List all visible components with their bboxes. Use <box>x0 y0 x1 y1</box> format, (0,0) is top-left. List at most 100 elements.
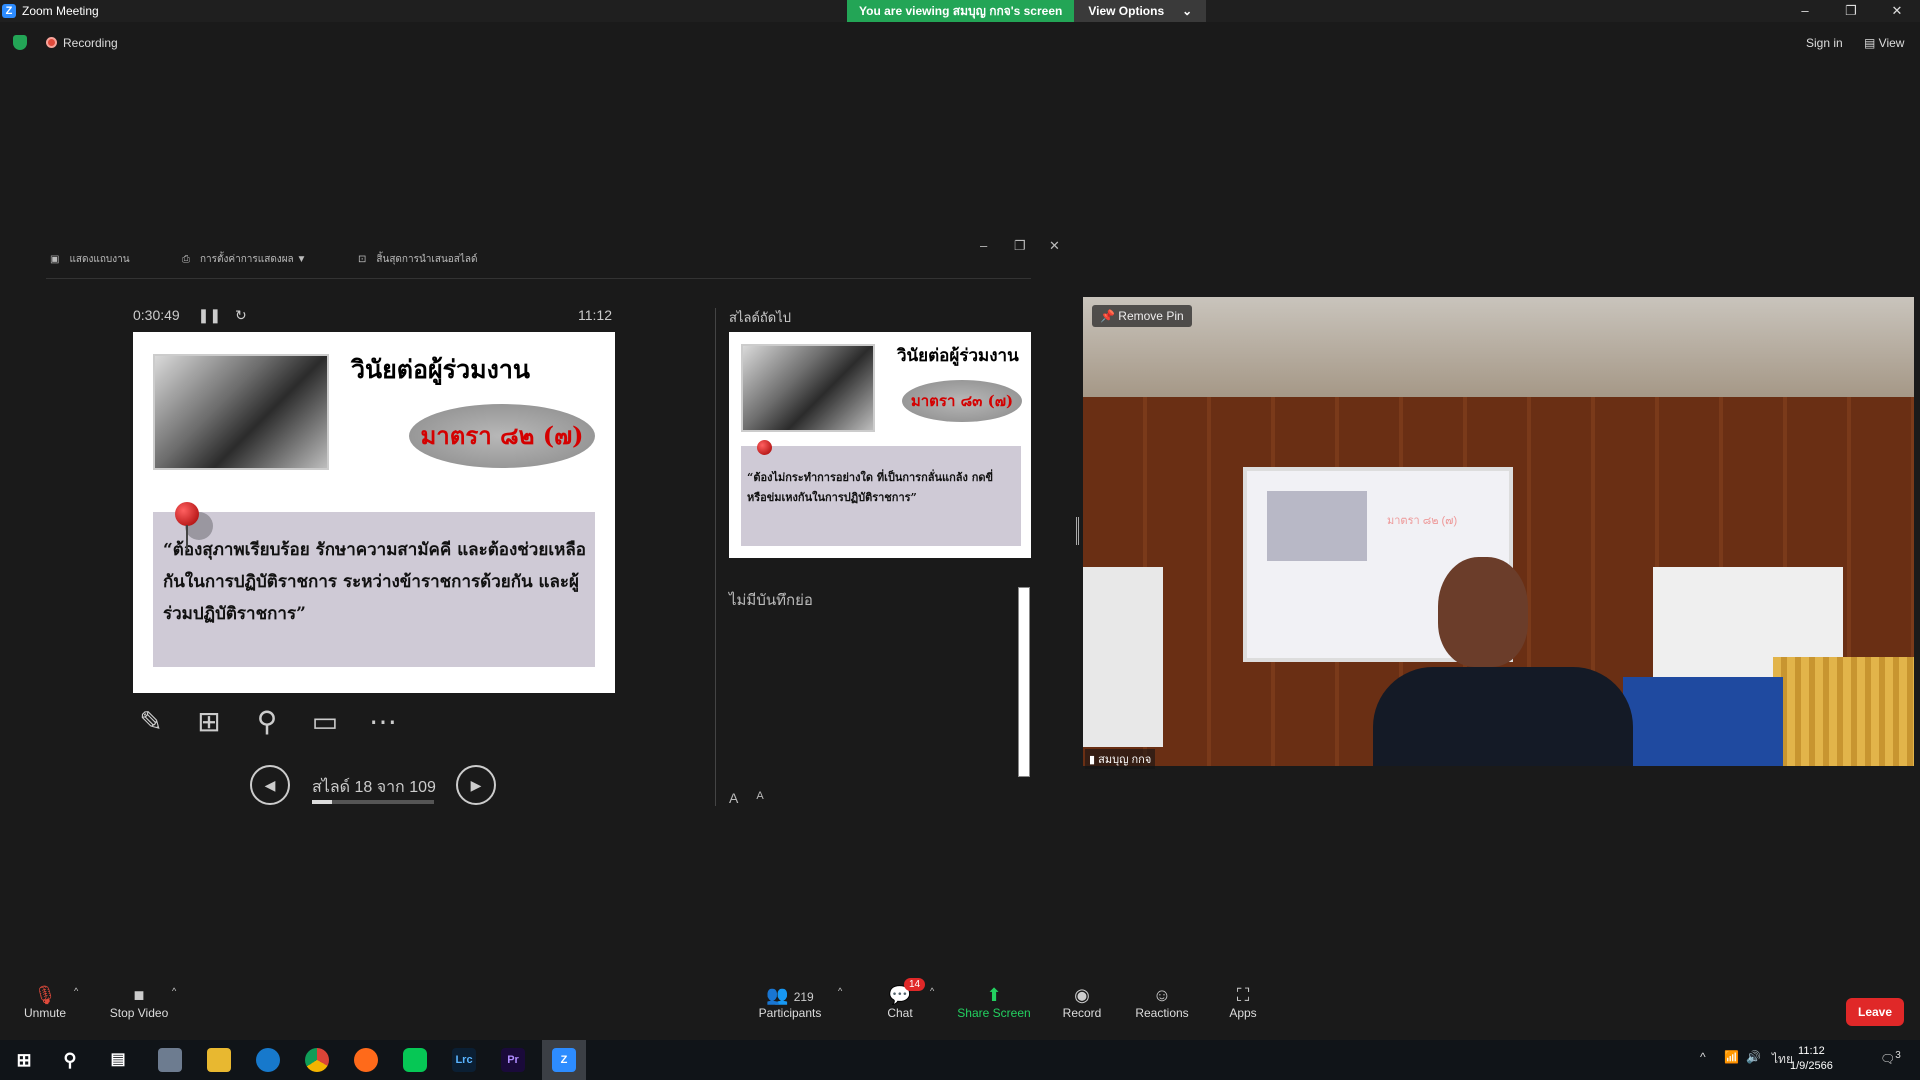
slide-progress-fill <box>312 800 333 804</box>
window-title: Zoom Meeting <box>22 4 99 18</box>
sign-in-button[interactable]: Sign in <box>1806 36 1843 50</box>
firefox-browser-icon[interactable] <box>354 1048 378 1072</box>
participants-button[interactable]: 👥 219 Participants <box>756 984 824 1020</box>
search-icon[interactable]: ⚲ <box>58 1048 82 1072</box>
end-show-icon: ⊡ <box>358 254 367 265</box>
video-camera-icon: ■ <box>133 985 145 1005</box>
windows-start-icon[interactable]: ⊞ <box>12 1048 36 1072</box>
next-slide-section-oval: มาตรา ๘๓ (๗) <box>902 380 1022 422</box>
premiere-icon[interactable]: Pr <box>501 1048 525 1072</box>
zoom-logo-icon: Z <box>2 4 16 18</box>
restore-button[interactable]: ❐ <box>1828 0 1874 22</box>
show-taskbar-label: แสดงแถบงาน <box>69 254 130 265</box>
chevron-down-icon: ⌄ <box>1182 4 1193 18</box>
chrome-browser-icon[interactable] <box>305 1048 329 1072</box>
shield-icon[interactable] <box>13 35 27 50</box>
remove-pin-label: Remove Pin <box>1118 309 1184 323</box>
edge-browser-icon[interactable] <box>256 1048 280 1072</box>
slide-title: วินัยต่อผู้ร่วมงาน <box>351 355 530 384</box>
record-button[interactable]: ◉ Record <box>1060 984 1104 1020</box>
end-slideshow-label: สิ้นสุดการนำเสนอสไลด์ <box>376 254 478 265</box>
next-pushpin-icon <box>757 440 772 455</box>
speaker-video[interactable]: มาตรา ๘๒ (๗) <box>1083 297 1914 766</box>
end-slideshow-button[interactable]: ⊡ สิ้นสุดการนำเสนอสไลด์ <box>358 252 478 267</box>
show-taskbar-button[interactable]: ▣ แสดงแถบงาน <box>50 252 130 267</box>
next-slide-label: สไลด์ถัดไป <box>729 310 791 325</box>
pin-needle <box>186 525 188 551</box>
current-slide[interactable]: วินัยต่อผู้ร่วมงาน มาตรา ๘๒ (๗) “ต้องสุภ… <box>133 332 615 693</box>
file-manager-icon[interactable] <box>158 1048 182 1072</box>
participant-name: สมบุญ กกจ <box>1098 754 1152 766</box>
pen-icon[interactable]: ✎ <box>133 704 169 740</box>
pushpin-icon <box>175 502 199 526</box>
chat-button[interactable]: 💬 14 Chat <box>880 978 926 1020</box>
leave-button[interactable]: Leave <box>1846 998 1904 1026</box>
slide-section-oval: มาตรา ๘๒ (๗) <box>409 404 595 468</box>
participants-caret[interactable]: ^ <box>838 986 842 996</box>
timer-value: 0:30:49 <box>133 307 180 323</box>
presenter-close-button[interactable]: ✕ <box>1049 238 1060 254</box>
display-settings-button[interactable]: ⎙ การตั้งค่าการแสดงผล ▼ <box>182 252 306 267</box>
record-label: Record <box>1062 1006 1102 1020</box>
blue-chair <box>1623 677 1783 766</box>
unmute-button[interactable]: 🎙 Unmute <box>22 984 68 1020</box>
pause-icon[interactable]: ❚❚ <box>198 307 221 323</box>
participant-count: 219 <box>793 990 814 1004</box>
pin-icon: 📌 <box>1100 309 1115 323</box>
task-view-icon[interactable]: ▤ <box>106 1048 130 1072</box>
presenter-restore-button[interactable]: ❐ <box>1014 238 1026 254</box>
presenter-toolbar: ▣ แสดงแถบงาน ⎙ การตั้งค่าการแสดงผล ▼ ⊡ สิ้น… <box>46 248 1031 270</box>
close-button[interactable]: ✕ <box>1874 0 1920 22</box>
notes-scrollbar[interactable] <box>1018 587 1030 777</box>
zoom-icon[interactable]: ⚲ <box>249 704 285 740</box>
reactions-icon: ☺ <box>1152 985 1172 1005</box>
next-slide-preview[interactable]: วินัยต่อผู้ร่วมงาน มาตรา ๘๓ (๗) “ต้องไม่… <box>729 332 1031 558</box>
recording-label[interactable]: Recording <box>63 36 118 50</box>
previous-slide-button[interactable]: ◀ <box>250 765 290 805</box>
audio-options-caret[interactable]: ^ <box>74 986 78 996</box>
speaker-head <box>1438 557 1528 667</box>
share-screen-button[interactable]: ⬆ Share Screen <box>956 984 1032 1020</box>
presenter-minimize-button[interactable]: – <box>980 238 987 253</box>
speaker-person <box>1373 557 1633 766</box>
view-button[interactable]: ▤ View <box>1864 36 1904 50</box>
chat-caret[interactable]: ^ <box>930 986 934 996</box>
remove-pin-button[interactable]: 📌 Remove Pin <box>1092 305 1192 327</box>
panel-splitter-handle[interactable] <box>1076 517 1079 545</box>
stop-video-button[interactable]: ■ Stop Video <box>106 984 172 1020</box>
lightroom-icon[interactable]: Lrc <box>452 1048 476 1072</box>
black-screen-icon[interactable]: ▭ <box>307 704 343 740</box>
video-options-caret[interactable]: ^ <box>172 986 176 996</box>
next-slide-title: วินัยต่อผู้ร่วมงาน <box>897 346 1019 366</box>
reset-icon[interactable]: ↻ <box>235 307 247 323</box>
view-options-button[interactable]: View Options ⌄ <box>1074 0 1207 22</box>
recording-icon <box>46 37 57 48</box>
viewing-screen-label: You are viewing สมบุญ กกจ's screen <box>847 0 1075 22</box>
zoom-taskbar-icon[interactable]: Z <box>552 1048 576 1072</box>
reactions-label: Reactions <box>1135 1006 1189 1020</box>
apps-button[interactable]: ⛶ Apps <box>1226 984 1260 1020</box>
next-slide-button[interactable]: ▶ <box>456 765 496 805</box>
share-screen-label: Share Screen <box>957 1006 1031 1020</box>
increase-font-button[interactable]: A <box>729 790 738 806</box>
see-all-slides-icon[interactable]: ⊞ <box>191 704 227 740</box>
stop-video-label: Stop Video <box>109 1006 169 1020</box>
signal-icon: ▮ <box>1089 754 1096 766</box>
minimize-button[interactable]: – <box>1782 0 1828 22</box>
font-size-controls: A A <box>729 790 764 806</box>
speaker-notes[interactable]: ไม่มีบันทึกย่อ <box>729 588 813 612</box>
display-icon: ⎙ <box>182 254 190 265</box>
toolbar-divider <box>46 278 1031 279</box>
presenter-clock: 11:12 <box>578 307 612 323</box>
line-app-icon[interactable] <box>403 1048 427 1072</box>
teamwork-photo <box>153 354 329 470</box>
presentation-timer: 0:30:49 ❚❚ ↻ <box>133 307 247 324</box>
decrease-font-button[interactable]: A <box>756 790 763 806</box>
reactions-button[interactable]: ☺ Reactions <box>1134 984 1190 1020</box>
more-options-icon[interactable]: ⋯ <box>365 704 401 740</box>
participants-label: Participants <box>758 1006 822 1020</box>
apps-icon: ⛶ <box>1236 985 1250 1005</box>
folder-icon[interactable] <box>207 1048 231 1072</box>
unmute-label: Unmute <box>23 1006 67 1020</box>
projected-text: มาตรา ๘๒ (๗) <box>1387 515 1458 527</box>
